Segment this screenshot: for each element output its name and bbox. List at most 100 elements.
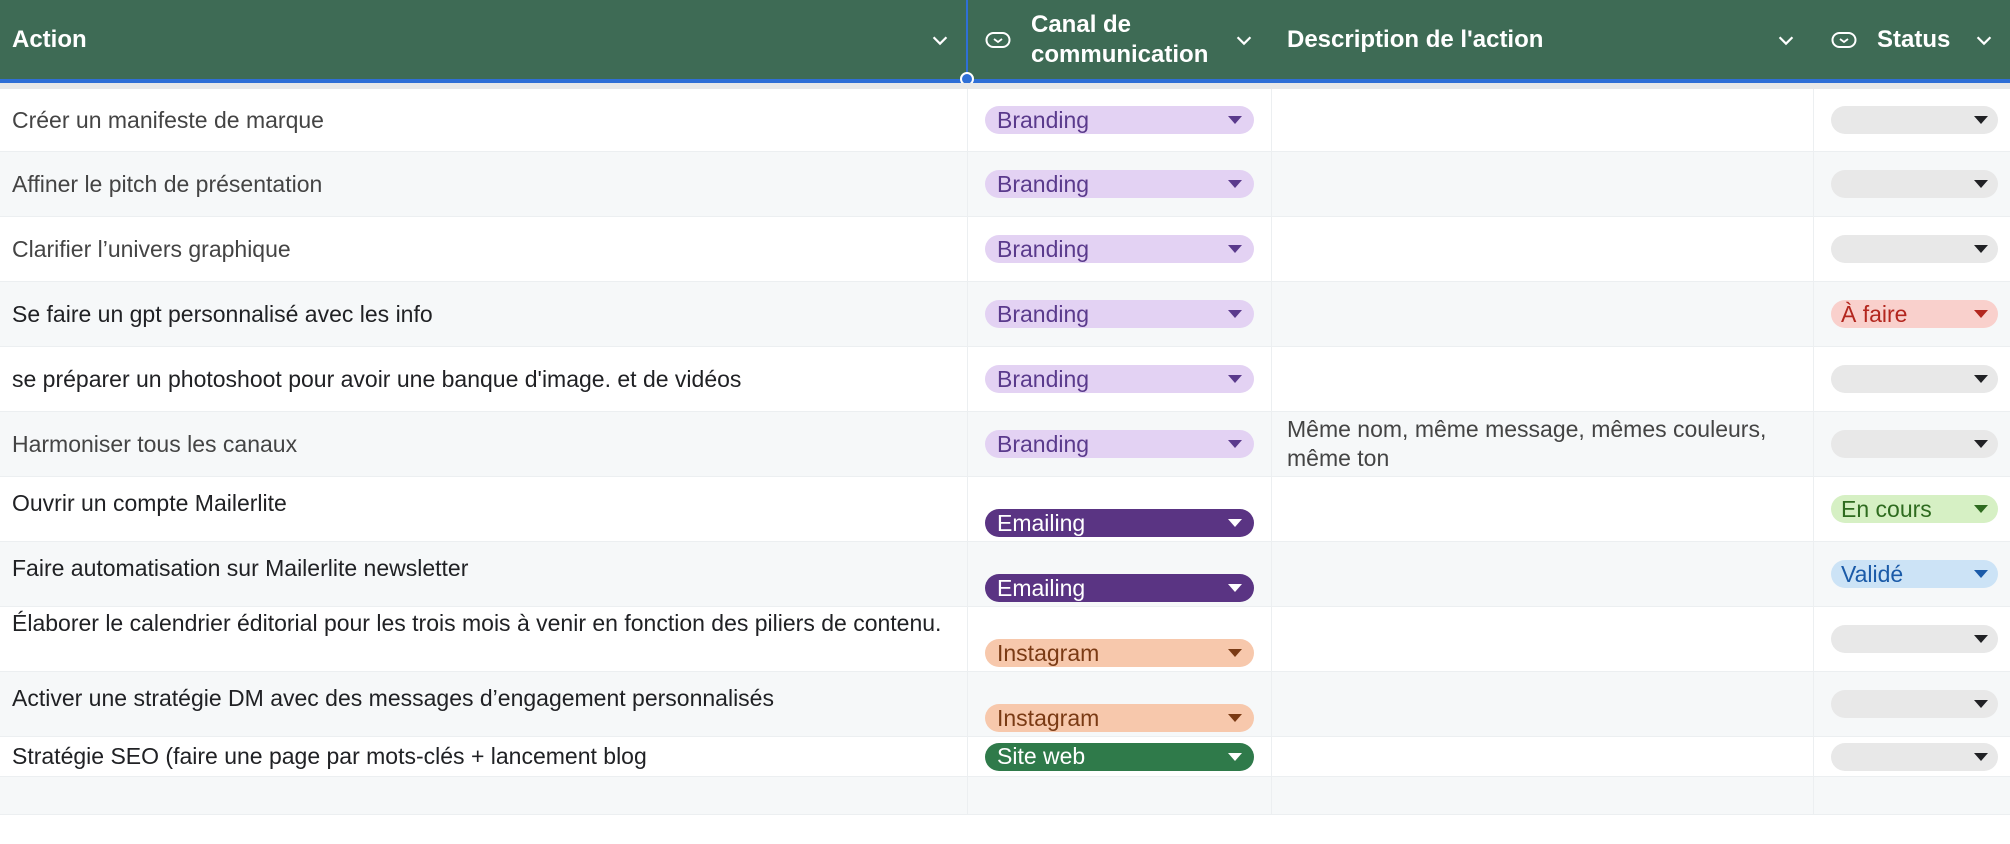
table-row[interactable]: Se faire un gpt personnalisé avec les in… [0,282,2010,347]
cell-description[interactable] [1272,607,1814,671]
cell-canal[interactable]: Branding [968,412,1272,476]
cell-canal[interactable]: Instagram [968,607,1272,671]
cell-description[interactable] [1272,282,1814,346]
cell-status[interactable] [1814,152,2010,216]
cell-description[interactable] [1272,152,1814,216]
cell-action[interactable]: Ouvrir un compte Mailerlite [0,477,968,541]
cell-status[interactable] [1814,607,2010,671]
action-text: Stratégie SEO (faire une page par mots-c… [12,743,647,769]
cell-status[interactable]: Validé [1814,542,2010,606]
canal-dropdown[interactable]: Instagram [985,639,1254,667]
canal-dropdown[interactable]: Branding [985,170,1254,198]
cell-status[interactable] [1814,777,2010,814]
canal-dropdown[interactable]: Branding [985,300,1254,328]
canal-dropdown[interactable]: Branding [985,106,1254,134]
cell-status[interactable] [1814,217,2010,281]
dropdown-arrow-icon [1228,440,1242,448]
chevron-down-icon[interactable] [926,26,954,54]
cell-canal[interactable]: Emailing [968,477,1272,541]
cell-description[interactable]: Même nom, même message, mêmes couleurs, … [1272,412,1814,476]
selection-handle[interactable] [960,72,974,86]
cell-action[interactable]: Clarifier l’univers graphique [0,217,968,281]
cell-status[interactable] [1814,412,2010,476]
canal-dropdown[interactable]: Emailing [985,509,1254,537]
status-dropdown[interactable] [1831,430,1998,458]
cell-canal[interactable]: Branding [968,152,1272,216]
cell-description[interactable] [1272,89,1814,151]
cell-action[interactable]: Stratégie SEO (faire une page par mots-c… [0,737,968,776]
cell-description[interactable] [1272,777,1814,814]
cell-action[interactable] [0,777,968,814]
column-header-canal[interactable]: Canal de communication [968,0,1272,79]
status-dropdown[interactable]: En cours [1831,495,1998,523]
cell-description[interactable] [1272,477,1814,541]
canal-dropdown[interactable]: Branding [985,365,1254,393]
cell-canal[interactable]: Branding [968,89,1272,151]
cell-status[interactable] [1814,347,2010,411]
action-text: Affiner le pitch de présentation [12,170,323,197]
canal-dropdown[interactable]: Branding [985,235,1254,263]
status-dropdown[interactable] [1831,365,1998,393]
status-dropdown[interactable] [1831,625,1998,653]
cell-description[interactable] [1272,542,1814,606]
status-dropdown[interactable] [1831,170,1998,198]
action-text: se préparer un photoshoot pour avoir une… [12,365,742,392]
canal-dropdown[interactable]: Instagram [985,704,1254,732]
table-row[interactable]: Activer une stratégie DM avec des messag… [0,672,2010,737]
table-row[interactable]: se préparer un photoshoot pour avoir une… [0,347,2010,412]
canal-dropdown[interactable]: Site web [985,742,1254,771]
cell-action[interactable]: Harmoniser tous les canaux [0,412,968,476]
column-header-status[interactable]: Status [1814,0,2010,79]
dropdown-arrow-icon [1974,700,1988,708]
status-dropdown[interactable] [1831,690,1998,718]
cell-description[interactable] [1272,347,1814,411]
cell-status[interactable] [1814,672,2010,736]
cell-canal[interactable]: Branding [968,217,1272,281]
cell-action[interactable]: Faire automatisation sur Mailerlite news… [0,542,968,606]
cell-status[interactable]: En cours [1814,477,2010,541]
chevron-down-icon[interactable] [1772,26,1800,54]
status-label: Validé [1841,560,1904,587]
table-row[interactable]: Créer un manifeste de marque Branding [0,89,2010,152]
status-dropdown[interactable]: À faire [1831,300,1998,328]
empty-row[interactable] [0,777,2010,815]
status-dropdown[interactable] [1831,742,1998,771]
cell-status[interactable] [1814,737,2010,776]
status-dropdown[interactable] [1831,235,1998,263]
cell-status[interactable]: À faire [1814,282,2010,346]
table-row[interactable]: Affiner le pitch de présentation Branding [0,152,2010,217]
column-header-description[interactable]: Description de l'action [1272,0,1814,79]
chevron-down-icon[interactable] [1970,26,1998,54]
canal-dropdown[interactable]: Emailing [985,574,1254,602]
cell-canal[interactable] [968,777,1272,814]
table-row[interactable]: Clarifier l’univers graphique Branding [0,217,2010,282]
table-row[interactable]: Ouvrir un compte Mailerlite Emailing En co… [0,477,2010,542]
canal-dropdown[interactable]: Branding [985,430,1254,458]
cell-canal[interactable]: Emailing [968,542,1272,606]
table-row[interactable]: Faire automatisation sur Mailerlite news… [0,542,2010,607]
cell-canal[interactable]: Instagram [968,672,1272,736]
cell-action[interactable]: se préparer un photoshoot pour avoir une… [0,347,968,411]
cell-status[interactable] [1814,89,2010,151]
status-dropdown[interactable]: Validé [1831,560,1998,588]
cell-description[interactable] [1272,672,1814,736]
cell-description[interactable] [1272,737,1814,776]
column-header-action[interactable]: Action [0,0,968,79]
cell-action[interactable]: Affiner le pitch de présentation [0,152,968,216]
table-row[interactable]: Stratégie SEO (faire une page par mots-c… [0,737,2010,777]
cell-action[interactable]: Créer un manifeste de marque [0,89,968,151]
cell-canal[interactable]: Site web [968,737,1272,776]
status-dropdown[interactable] [1831,106,1998,134]
table-row[interactable]: Harmoniser tous les canaux Branding Même n… [0,412,2010,477]
dropdown-arrow-icon [1228,116,1242,124]
cell-canal[interactable]: Branding [968,347,1272,411]
cell-description[interactable] [1272,217,1814,281]
table-row[interactable]: Élaborer le calendrier éditorial pour le… [0,607,2010,672]
cell-canal[interactable]: Branding [968,282,1272,346]
dropdown-arrow-icon [1228,584,1242,592]
cell-action[interactable]: Se faire un gpt personnalisé avec les in… [0,282,968,346]
canal-label: Instagram [997,704,1100,731]
cell-action[interactable]: Élaborer le calendrier éditorial pour le… [0,607,968,671]
chevron-down-icon[interactable] [1230,26,1258,54]
cell-action[interactable]: Activer une stratégie DM avec des messag… [0,672,968,736]
